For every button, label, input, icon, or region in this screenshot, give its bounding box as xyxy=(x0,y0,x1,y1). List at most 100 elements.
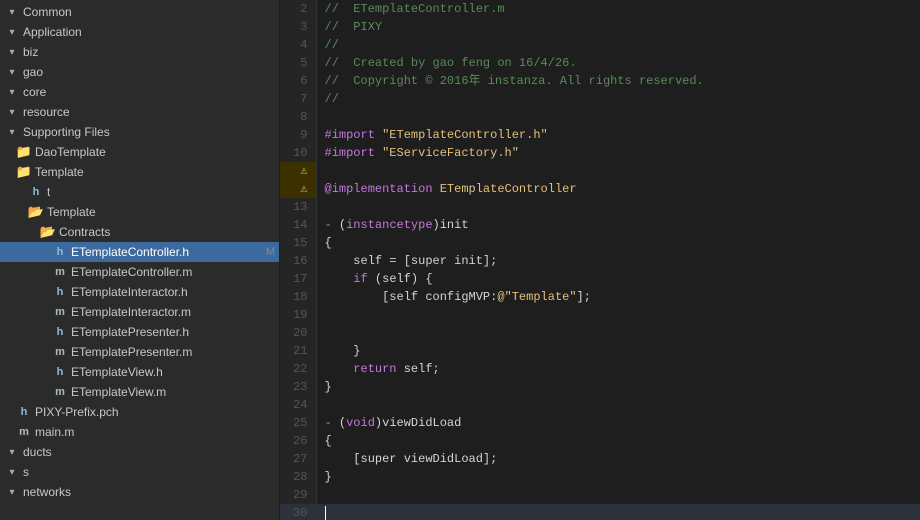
line-content[interactable] xyxy=(316,396,920,414)
line-content[interactable]: return self; xyxy=(316,360,920,378)
line-number: 30 xyxy=(280,504,316,520)
line-number: 2 xyxy=(280,0,316,18)
code-line: 6// Copyright © 2016年 instanza. All righ… xyxy=(280,72,920,90)
code-line: 29 xyxy=(280,486,920,504)
sidebar-item-ETemplatePresenter-h[interactable]: hETemplatePresenter.h xyxy=(0,322,279,342)
sidebar-item-label: Template xyxy=(35,165,84,179)
file-h-icon: h xyxy=(16,404,32,420)
file-m-icon: m xyxy=(16,424,32,440)
sidebar-item-label: networks xyxy=(23,485,71,499)
expand-icon xyxy=(4,104,20,120)
sidebar-item-biz[interactable]: biz xyxy=(0,42,279,62)
sidebar-item-contracts-folder[interactable]: 📂Contracts xyxy=(0,222,279,242)
sidebar-item-label: Application xyxy=(23,25,82,39)
expand-icon xyxy=(4,24,20,40)
token: // xyxy=(325,92,339,106)
line-content[interactable]: self = [super init]; xyxy=(316,252,920,270)
line-content[interactable]: - (instancetype)init xyxy=(316,216,920,234)
token: - xyxy=(325,218,339,232)
line-content[interactable]: [super viewDidLoad]; xyxy=(316,450,920,468)
line-content[interactable]: // ETemplateController.m xyxy=(316,0,920,18)
sidebar-item-common[interactable]: Common xyxy=(0,2,279,22)
line-content[interactable]: // xyxy=(316,36,920,54)
sidebar-item-label: ETemplateInteractor.m xyxy=(71,305,191,319)
line-content[interactable]: // xyxy=(316,90,920,108)
line-content[interactable]: { xyxy=(316,234,920,252)
sidebar-item-ETemplateInteractor-m[interactable]: mETemplateInteractor.m xyxy=(0,302,279,322)
sidebar-item-supporting-files[interactable]: Supporting Files xyxy=(0,122,279,142)
line-number: 7 xyxy=(280,90,316,108)
line-number: 10 xyxy=(280,144,316,162)
token: if xyxy=(325,272,368,286)
line-content[interactable]: { xyxy=(316,432,920,450)
sidebar-item-template-folder[interactable]: 📂Template xyxy=(0,202,279,222)
line-number: 24 xyxy=(280,396,316,414)
sidebar-item-ETemplateInteractor-h[interactable]: hETemplateInteractor.h xyxy=(0,282,279,302)
sidebar-item-label: t xyxy=(47,185,50,199)
sidebar-item-daot[interactable]: 📁DaoTemplate xyxy=(0,142,279,162)
line-content[interactable]: } xyxy=(316,468,920,486)
line-content[interactable]: // Copyright © 2016年 instanza. All right… xyxy=(316,72,920,90)
token: "ETemplateController.h" xyxy=(382,128,548,142)
line-content[interactable]: } xyxy=(316,342,920,360)
expand-icon xyxy=(4,64,20,80)
sidebar-item-label: s xyxy=(23,465,29,479)
line-content[interactable] xyxy=(316,504,920,520)
code-table: 2// ETemplateController.m3// PIXY4//5// … xyxy=(280,0,920,520)
sidebar-item-PIXY-Prefix[interactable]: hPIXY-Prefix.pch xyxy=(0,402,279,422)
line-content[interactable]: @implementation ETemplateController xyxy=(316,180,920,198)
sidebar-item-resource[interactable]: resource xyxy=(0,102,279,122)
sidebar-item-label: Template xyxy=(47,205,96,219)
line-number: ⚠ xyxy=(280,162,316,180)
sidebar-item-ETemplateView-m[interactable]: mETemplateView.m xyxy=(0,382,279,402)
sidebar-item-ETemplateView-h[interactable]: hETemplateView.h xyxy=(0,362,279,382)
expand-icon xyxy=(4,84,20,100)
warning-icon: ⚠ xyxy=(300,182,307,196)
sidebar-item-application[interactable]: Application xyxy=(0,22,279,42)
token: @"Template" xyxy=(497,290,576,304)
line-content[interactable] xyxy=(316,324,920,342)
code-editor[interactable]: 2// ETemplateController.m3// PIXY4//5// … xyxy=(280,0,920,520)
sidebar-item-gao[interactable]: gao xyxy=(0,62,279,82)
sidebar-item-main-m[interactable]: mmain.m xyxy=(0,422,279,442)
sidebar-item-label: biz xyxy=(23,45,38,59)
sidebar-item-ETemplateController-m[interactable]: mETemplateController.m xyxy=(0,262,279,282)
line-content[interactable] xyxy=(316,306,920,324)
sidebar-item-core[interactable]: core xyxy=(0,82,279,102)
line-content[interactable]: } xyxy=(316,378,920,396)
token: void xyxy=(346,416,375,430)
sidebar: Common Application biz gaocoreresourceSuppo… xyxy=(0,0,280,520)
line-content[interactable] xyxy=(316,198,920,216)
token: #import xyxy=(325,146,383,160)
sidebar-item-s[interactable]: s xyxy=(0,462,279,482)
sidebar-item-ETemplateController-h[interactable]: hETemplateController.hM xyxy=(0,242,279,262)
sidebar-item-label: Common xyxy=(23,5,72,19)
sidebar-item-ducts[interactable]: ducts xyxy=(0,442,279,462)
line-content[interactable]: #import "EServiceFactory.h" xyxy=(316,144,920,162)
sidebar-item-ETemplatePresenter-m[interactable]: mETemplatePresenter.m xyxy=(0,342,279,362)
code-line: 25- (void)viewDidLoad xyxy=(280,414,920,432)
sidebar-item-networks[interactable]: networks xyxy=(0,482,279,502)
line-number: 27 xyxy=(280,450,316,468)
code-line: 3// PIXY xyxy=(280,18,920,36)
token: #import xyxy=(325,128,383,142)
folder-icon: 📁 xyxy=(16,144,32,160)
line-content[interactable]: [self configMVP:@"Template"]; xyxy=(316,288,920,306)
line-content[interactable]: // PIXY xyxy=(316,18,920,36)
sidebar-item-template-group[interactable]: 📁Template xyxy=(0,162,279,182)
line-content[interactable] xyxy=(316,486,920,504)
file-m-icon: m xyxy=(52,344,68,360)
token: // xyxy=(325,38,339,52)
token: // ETemplateController.m xyxy=(325,2,505,16)
expand-icon xyxy=(4,124,20,140)
line-content[interactable]: - (void)viewDidLoad xyxy=(316,414,920,432)
code-line: 18 [self configMVP:@"Template"]; xyxy=(280,288,920,306)
code-line: 13 xyxy=(280,198,920,216)
line-content[interactable]: // Created by gao feng on 16/4/26. xyxy=(316,54,920,72)
line-content[interactable]: #import "ETemplateController.h" xyxy=(316,126,920,144)
line-content[interactable] xyxy=(316,162,920,180)
line-content[interactable] xyxy=(316,108,920,126)
code-line: 16 self = [super init]; xyxy=(280,252,920,270)
sidebar-item-t-item[interactable]: ht xyxy=(0,182,279,202)
line-content[interactable]: if (self) { xyxy=(316,270,920,288)
